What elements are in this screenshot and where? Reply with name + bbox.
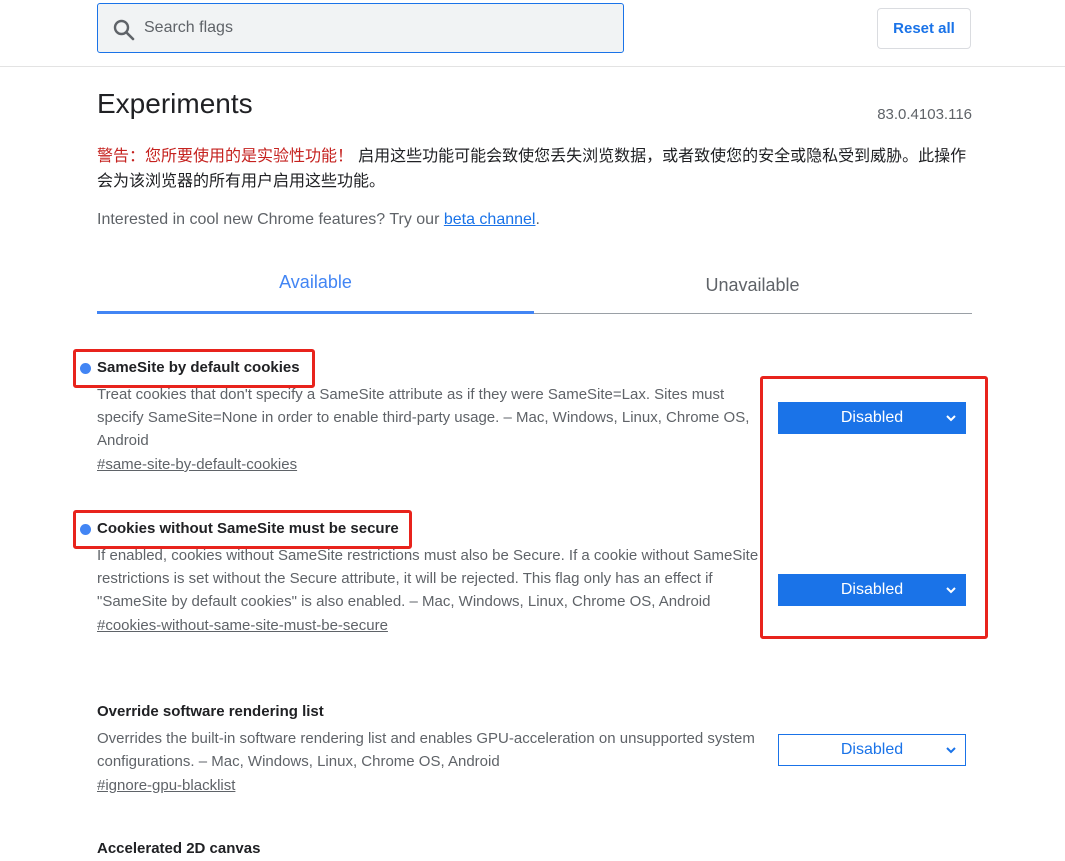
search-icon (113, 19, 135, 41)
annotation-box (73, 510, 412, 549)
search-input[interactable] (144, 4, 614, 52)
annotation-box (73, 349, 315, 388)
tab-unavailable[interactable]: Unavailable (534, 265, 971, 315)
experiment-permalink[interactable]: #ignore-gpu-blacklist (97, 777, 235, 794)
experiment-permalink[interactable]: #cookies-without-same-site-must-be-secur… (97, 617, 388, 634)
warning-heading: 警告：您所要使用的是实验性功能！ (97, 146, 354, 165)
header-bar: Reset all (0, 0, 1065, 67)
chevron-down-icon (946, 747, 956, 754)
experiment-title-text: Accelerated 2D canvas (97, 840, 261, 857)
experiment-item: Override software rendering list Overrid… (80, 700, 770, 795)
experiment-title: Accelerated 2D canvas (80, 837, 770, 861)
beta-channel-link[interactable]: beta channel (444, 211, 536, 228)
experiment-description: Treat cookies that don't specify a SameS… (97, 386, 750, 449)
select-value: Disabled (840, 741, 904, 758)
promo-suffix: . (535, 211, 540, 228)
reset-all-button[interactable]: Reset all (877, 8, 971, 49)
experiment-description: Overrides the built-in software renderin… (97, 730, 755, 770)
experiment-title: Override software rendering list (80, 700, 770, 724)
experiment-title-text: Override software rendering list (97, 703, 324, 720)
tab-bar: Available Unavailable (97, 262, 972, 314)
experiment-permalink[interactable]: #same-site-by-default-cookies (97, 456, 297, 473)
experiment-select[interactable]: Disabled (778, 734, 966, 766)
search-box[interactable] (97, 3, 624, 53)
tab-available[interactable]: Available (97, 262, 534, 314)
warning-message: 警告：您所要使用的是实验性功能！ 启用这些功能可能会致使您丢失浏览数据，或者致使… (97, 143, 967, 193)
page-title: Experiments (97, 88, 253, 119)
annotation-box (760, 376, 988, 639)
promo-prefix: Interested in cool new Chrome features? … (97, 211, 444, 228)
version-label: 83.0.4103.116 (877, 106, 972, 123)
promo-text: Interested in cool new Chrome features? … (97, 211, 540, 229)
experiment-item: Accelerated 2D canvas (80, 837, 770, 861)
experiment-description: If enabled, cookies without SameSite res… (97, 547, 759, 610)
